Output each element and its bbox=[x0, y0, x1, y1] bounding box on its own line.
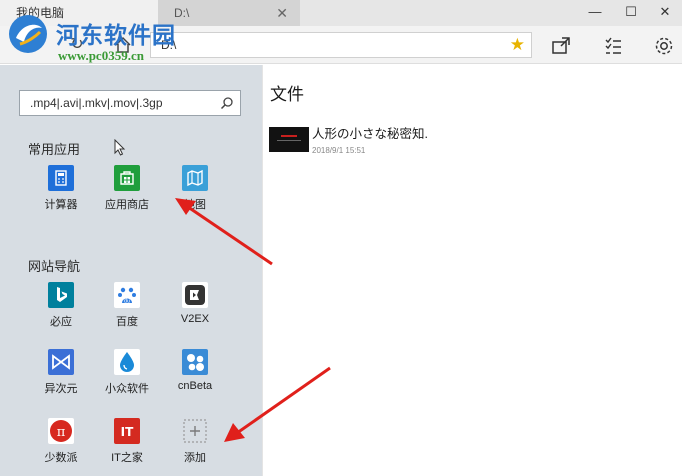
close-window-button[interactable]: ✕ bbox=[648, 0, 682, 26]
left-panel: .mp4|.avi|.mkv|.mov|.3gp 常用应用 计算器 应用商店 地… bbox=[0, 65, 262, 476]
site-label: 小众软件 bbox=[105, 383, 149, 395]
app-label: 应用商店 bbox=[105, 199, 149, 211]
watermark: 河东软件园 www.pc0359.cn bbox=[2, 2, 207, 64]
add-site-button[interactable]: 添加 bbox=[161, 418, 227, 470]
baidu-icon: du bbox=[114, 282, 140, 308]
maximize-button[interactable]: ☐ bbox=[614, 0, 648, 26]
search-value: .mp4|.avi|.mkv|.mov|.3gp bbox=[30, 96, 163, 110]
file-name: 人形の小さな秘密知. bbox=[312, 127, 428, 141]
panel-divider bbox=[262, 65, 263, 476]
close-tab-icon[interactable]: ✕ bbox=[276, 0, 288, 26]
new-window-icon[interactable] bbox=[549, 34, 573, 58]
search-input[interactable]: .mp4|.avi|.mkv|.mov|.3gp bbox=[19, 90, 241, 116]
site-appinn[interactable]: 小众软件 bbox=[93, 349, 159, 401]
app-map[interactable]: 地图 bbox=[161, 165, 227, 217]
site-label: 必应 bbox=[50, 316, 72, 328]
minimize-button[interactable]: — bbox=[578, 0, 612, 26]
site-label: IT之家 bbox=[111, 452, 143, 464]
watermark-logo-icon bbox=[9, 15, 47, 53]
store-icon bbox=[114, 165, 140, 191]
common-apps-title: 常用应用 bbox=[28, 142, 81, 157]
list-view-icon[interactable] bbox=[601, 34, 625, 58]
site-cnbeta[interactable]: cnBeta bbox=[161, 349, 227, 401]
site-label: 百度 bbox=[116, 316, 138, 328]
site-label: 少数派 bbox=[44, 452, 78, 464]
sspai-icon: π bbox=[48, 418, 74, 444]
files-title: 文件 bbox=[270, 85, 304, 104]
address-bar[interactable]: D:\ ★ bbox=[150, 32, 532, 58]
site-iplaysoft[interactable]: 异次元 bbox=[27, 349, 93, 401]
video-thumbnail bbox=[269, 127, 309, 152]
bing-icon bbox=[48, 282, 74, 308]
site-baidu[interactable]: du 百度 bbox=[93, 282, 159, 334]
ithome-icon: IT bbox=[114, 418, 140, 444]
site-label: V2EX bbox=[180, 313, 210, 325]
cnbeta-icon bbox=[182, 349, 208, 375]
search-icon[interactable] bbox=[220, 96, 234, 110]
v2ex-icon bbox=[182, 282, 208, 308]
app-label: 地图 bbox=[184, 199, 206, 211]
app-calculator[interactable]: 计算器 bbox=[27, 165, 93, 217]
map-icon bbox=[182, 165, 208, 191]
site-v2ex[interactable]: V2EX bbox=[161, 282, 227, 334]
appinn-icon bbox=[114, 349, 140, 375]
site-label: cnBeta bbox=[177, 380, 213, 392]
iplaysoft-icon bbox=[48, 349, 74, 375]
site-label: 异次元 bbox=[44, 383, 78, 395]
site-label: 添加 bbox=[184, 452, 206, 464]
watermark-name: 河东软件园 bbox=[56, 23, 176, 49]
app-label: 计算器 bbox=[44, 199, 78, 211]
site-bing[interactable]: 必应 bbox=[27, 282, 93, 334]
svg-text:IT: IT bbox=[121, 425, 134, 439]
calculator-icon bbox=[48, 165, 74, 191]
app-store[interactable]: 应用商店 bbox=[93, 165, 159, 217]
file-item[interactable]: 人形の小さな秘密知. 2018/9/1 15:51 bbox=[268, 122, 568, 162]
file-date: 2018/9/1 15:51 bbox=[312, 146, 366, 155]
site-sspai[interactable]: π 少数派 bbox=[27, 418, 93, 470]
add-icon bbox=[182, 418, 208, 444]
favorite-star-icon[interactable]: ★ bbox=[510, 33, 525, 57]
mouse-cursor-icon bbox=[114, 139, 126, 156]
svg-text:du: du bbox=[124, 299, 130, 305]
web-nav-title: 网站导航 bbox=[28, 259, 81, 274]
settings-gear-icon[interactable] bbox=[652, 34, 676, 58]
site-ithome[interactable]: IT IT之家 bbox=[93, 418, 159, 470]
watermark-url: www.pc0359.cn bbox=[58, 48, 144, 63]
svg-text:π: π bbox=[57, 425, 66, 440]
